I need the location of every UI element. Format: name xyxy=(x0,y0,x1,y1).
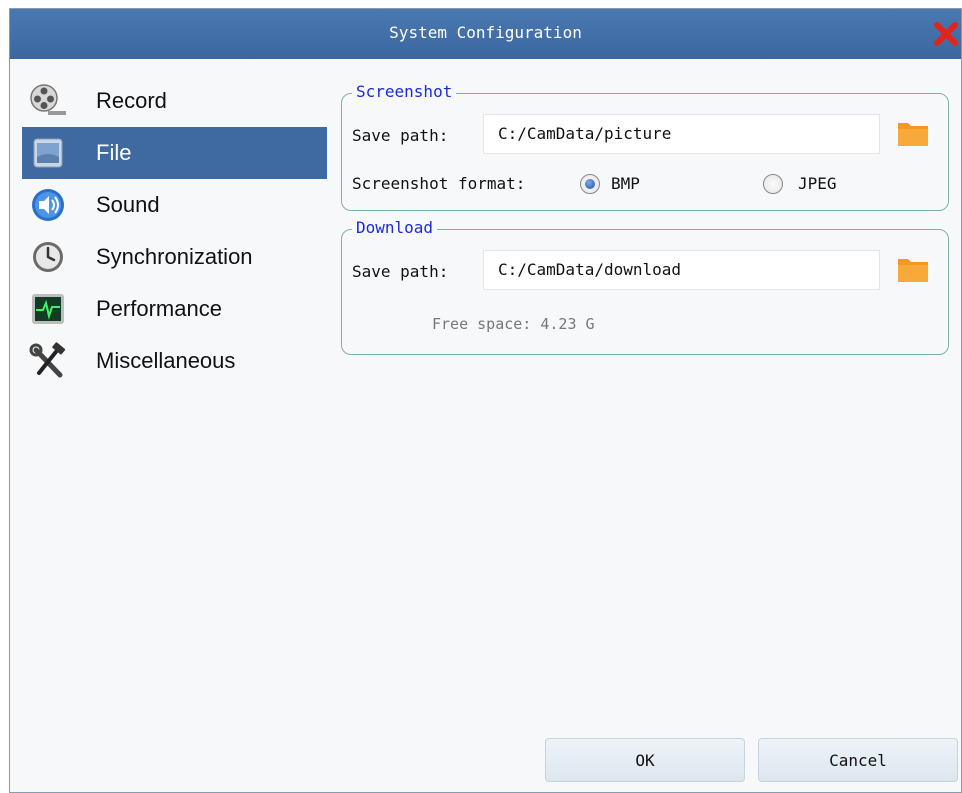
bmp-radio[interactable] xyxy=(580,174,600,194)
sidebar: Record File Sound Synchronization Perfor… xyxy=(22,75,327,387)
screenshot-group: Screenshot Save path: C:/CamData/picture… xyxy=(341,82,949,211)
screenshot-save-path-input[interactable]: C:/CamData/picture xyxy=(483,114,880,154)
screenshot-format-label: Screenshot format: xyxy=(352,174,526,193)
ok-button[interactable]: OK xyxy=(545,738,745,782)
activity-monitor-icon xyxy=(24,289,72,329)
cancel-button[interactable]: Cancel xyxy=(758,738,958,782)
screenshot-save-path-label: Save path: xyxy=(352,126,449,145)
sidebar-item-label: Synchronization xyxy=(96,244,253,269)
sidebar-item-performance[interactable]: Performance xyxy=(22,283,327,335)
sidebar-item-label: File xyxy=(96,140,132,165)
sidebar-item-label: Miscellaneous xyxy=(96,348,236,373)
folder-icon[interactable] xyxy=(897,255,929,283)
bmp-label: BMP xyxy=(611,174,640,193)
tools-icon xyxy=(24,341,72,381)
film-reel-icon xyxy=(24,81,72,121)
download-save-path-input[interactable]: C:/CamData/download xyxy=(483,250,880,290)
jpeg-radio[interactable] xyxy=(763,174,783,194)
folder-icon[interactable] xyxy=(897,119,929,147)
speaker-icon xyxy=(24,185,72,225)
clock-icon xyxy=(24,237,72,277)
sidebar-item-label: Record xyxy=(96,88,167,113)
download-save-path-label: Save path: xyxy=(352,262,449,281)
window-title: System Configuration xyxy=(389,23,582,42)
close-icon[interactable] xyxy=(931,19,961,49)
sidebar-item-label: Sound xyxy=(96,192,160,217)
download-legend: Download xyxy=(352,218,438,237)
sidebar-item-miscellaneous[interactable]: Miscellaneous xyxy=(22,335,327,387)
sidebar-item-file[interactable]: File xyxy=(22,127,327,179)
sidebar-item-label: Performance xyxy=(96,296,222,321)
download-group: Download Save path: C:/CamData/download … xyxy=(341,218,949,355)
sidebar-item-synchronization[interactable]: Synchronization xyxy=(22,231,327,283)
system-configuration-dialog: System Configuration Record File Sound S… xyxy=(9,8,962,793)
free-space-text: Free space: 4.23 G xyxy=(432,315,595,333)
title-bar: System Configuration xyxy=(10,9,961,59)
file-drive-icon xyxy=(24,133,72,173)
jpeg-label: JPEG xyxy=(798,174,837,193)
sidebar-item-record[interactable]: Record xyxy=(22,75,327,127)
sidebar-item-sound[interactable]: Sound xyxy=(22,179,327,231)
screenshot-legend: Screenshot xyxy=(352,82,457,101)
